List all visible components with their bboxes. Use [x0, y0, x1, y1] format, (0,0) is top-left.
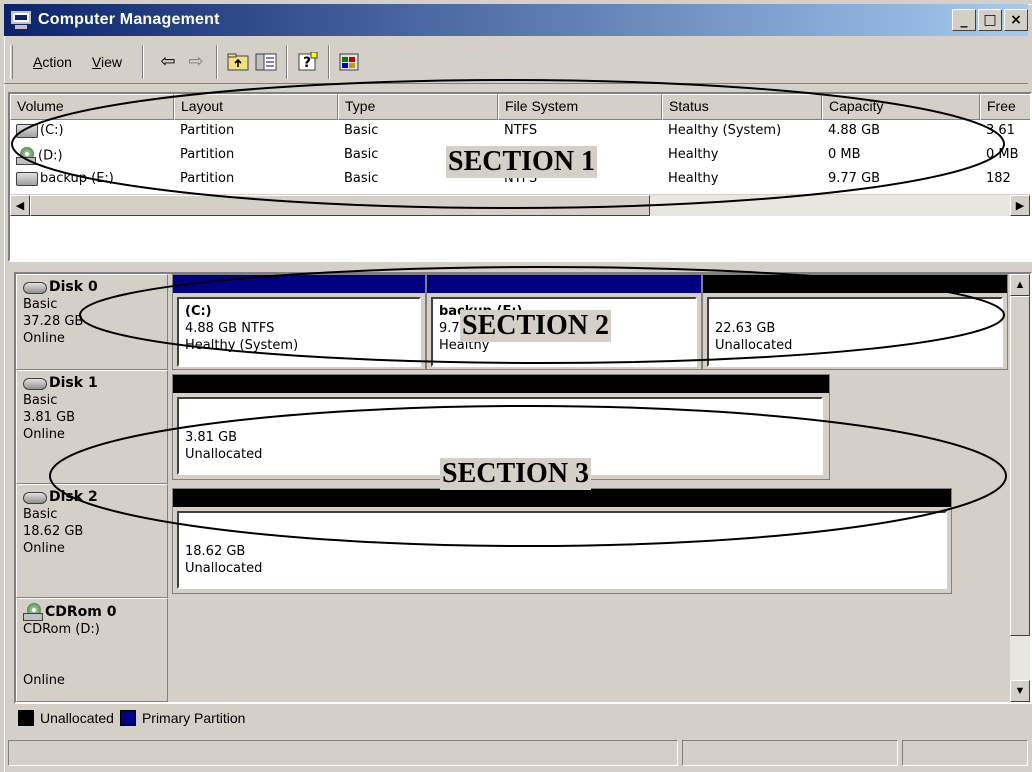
- title-bar[interactable]: Computer Management _ □ ×: [4, 4, 1028, 36]
- volume-free: 0 MB: [986, 147, 1019, 162]
- volume-name: (C:): [40, 123, 64, 138]
- unallocated-bar: [703, 275, 1007, 293]
- toolbar-grip[interactable]: [10, 44, 13, 79]
- help-icon[interactable]: ?: [294, 48, 322, 76]
- volume-layout: Partition: [180, 171, 235, 186]
- column-header-status[interactable]: Status: [662, 94, 822, 120]
- toolbar: Action View ⇦ ⇨ ?: [4, 40, 1028, 84]
- minimize-button[interactable]: _: [952, 9, 976, 31]
- scroll-right-button[interactable]: ▶: [1010, 195, 1030, 216]
- disk-1-label[interactable]: Disk 1 Basic 3.81 GB Online: [16, 370, 168, 484]
- computer-management-icon: [10, 11, 32, 29]
- forward-arrow-icon[interactable]: ⇨: [182, 48, 210, 76]
- scroll-left-button[interactable]: ◀: [10, 195, 30, 216]
- status-panel-right: [902, 740, 1028, 766]
- primary-partition-swatch: [119, 710, 136, 726]
- volume-status: Healthy: [668, 171, 719, 186]
- vertical-scroll-thumb[interactable]: [1010, 296, 1030, 636]
- status-panel-middle: [682, 740, 898, 766]
- primary-partition-bar: [173, 275, 425, 293]
- legend: Unallocated Primary Partition: [14, 706, 245, 730]
- unallocated-bar: [173, 375, 829, 393]
- toolbar-separator: [142, 44, 145, 79]
- show-hide-tree-icon[interactable]: [252, 48, 280, 76]
- window-title: Computer Management: [38, 11, 220, 28]
- legend-primary-partition: Primary Partition: [141, 710, 246, 726]
- disk-0-label[interactable]: Disk 0 Basic 37.28 GB Online: [16, 274, 168, 370]
- section-1-label: SECTION 1: [446, 146, 598, 178]
- volume-type: Basic: [344, 123, 379, 138]
- close-button[interactable]: ×: [1004, 9, 1028, 31]
- status-bar: [8, 740, 1032, 768]
- table-row[interactable]: (C:) Partition Basic NTFS Healthy (Syste…: [10, 121, 1030, 145]
- volume-file-system: NTFS: [504, 123, 538, 138]
- volume-layout: Partition: [180, 123, 235, 138]
- status-panel-main: [8, 740, 678, 766]
- volume-status: Healthy (System): [668, 123, 782, 138]
- volume-free: 182: [986, 171, 1011, 186]
- partition-c[interactable]: (C:) 4.88 GB NTFS Healthy (System): [172, 274, 426, 370]
- volume-free: 3.61: [986, 123, 1015, 138]
- volume-capacity: 0 MB: [828, 147, 861, 162]
- unallocated-swatch: [18, 710, 34, 726]
- toolbar-separator: [216, 44, 219, 79]
- section-3-label: SECTION 3: [440, 458, 592, 490]
- svg-text:?: ?: [303, 55, 311, 71]
- back-arrow-icon[interactable]: ⇦: [154, 48, 182, 76]
- cdrom-0-label[interactable]: CDRom 0 CDRom (D:) Online: [16, 598, 168, 702]
- properties-icon[interactable]: [336, 48, 364, 76]
- column-header-capacity[interactable]: Capacity: [822, 94, 980, 120]
- volume-name: backup (E:): [40, 171, 114, 186]
- maximize-button[interactable]: □: [978, 9, 1002, 31]
- volume-capacity: 4.88 GB: [828, 123, 881, 138]
- hard-disk-icon: [23, 377, 47, 390]
- toolbar-separator: [328, 44, 331, 79]
- legend-unallocated: Unallocated: [40, 710, 114, 726]
- menu-action[interactable]: Action: [23, 54, 82, 70]
- horizontal-scrollbar[interactable]: ◀ ▶: [10, 194, 1030, 216]
- hard-drive-icon: [16, 171, 38, 186]
- up-folder-icon[interactable]: [224, 48, 252, 76]
- disk-2-label[interactable]: Disk 2 Basic 18.62 GB Online: [16, 484, 168, 598]
- column-header-type[interactable]: Type: [338, 94, 498, 120]
- vertical-scrollbar[interactable]: ▲ ▼: [1010, 274, 1030, 702]
- volume-layout: Partition: [180, 147, 235, 162]
- primary-partition-bar: [427, 275, 701, 293]
- partition-unallocated-disk-0[interactable]: 22.63 GB Unallocated: [702, 274, 1008, 370]
- disk-2-partitions: 18.62 GB Unallocated: [172, 488, 952, 594]
- scroll-up-button[interactable]: ▲: [1010, 274, 1030, 296]
- hard-disk-icon: [23, 281, 47, 294]
- menu-view[interactable]: View: [82, 54, 132, 70]
- cdrom-icon: [16, 147, 36, 165]
- horizontal-scroll-thumb[interactable]: [30, 195, 650, 216]
- cdrom-icon: [23, 603, 43, 621]
- section-2-label: SECTION 2: [460, 310, 612, 342]
- cdrom-0-area: [172, 598, 1012, 702]
- hard-drive-icon: [16, 123, 38, 138]
- toolbar-separator: [286, 44, 289, 79]
- volume-name: (D:): [38, 148, 63, 164]
- volume-capacity: 9.77 GB: [828, 171, 881, 186]
- partition-unallocated-disk-2[interactable]: 18.62 GB Unallocated: [172, 488, 952, 594]
- volume-status: Healthy: [668, 147, 719, 162]
- scroll-down-button[interactable]: ▼: [1010, 680, 1030, 702]
- column-header-free[interactable]: Free: [980, 94, 1030, 120]
- hard-disk-icon: [23, 491, 47, 504]
- column-header-volume[interactable]: Volume: [10, 94, 174, 120]
- volume-column-headers: Volume Layout Type File System Status Ca…: [10, 94, 1030, 120]
- unallocated-bar: [173, 489, 951, 507]
- column-header-file-system[interactable]: File System: [498, 94, 662, 120]
- column-header-layout[interactable]: Layout: [174, 94, 338, 120]
